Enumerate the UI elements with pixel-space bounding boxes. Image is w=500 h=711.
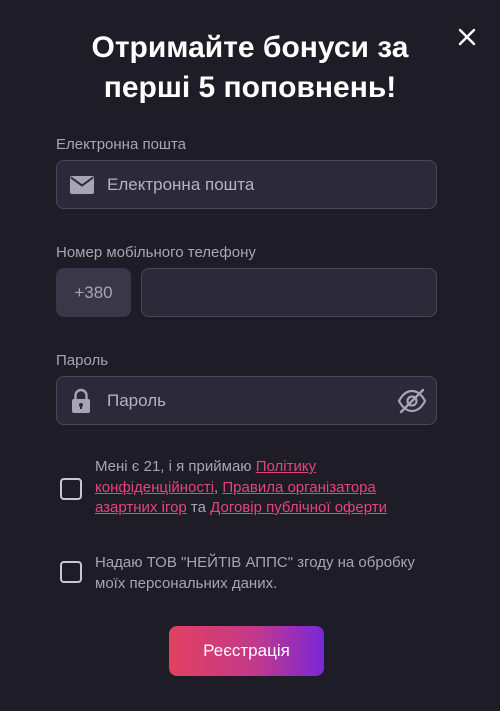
mail-icon (69, 175, 95, 200)
phone-label: Номер мобільного телефону (56, 244, 256, 261)
public-offer-link[interactable]: Договір публічної оферти (210, 499, 387, 516)
modal-title-line-1: Отримайте бонуси за (91, 31, 409, 64)
password-placeholder: Пароль (107, 391, 166, 410)
terms-consent-prefix: Мені є 21, і я приймаю (95, 458, 256, 475)
phone-input[interactable] (141, 268, 437, 317)
eye-off-icon[interactable] (397, 387, 427, 420)
phone-prefix: +380 (56, 268, 131, 317)
email-placeholder: Електронна пошта (107, 175, 255, 194)
password-field[interactable]: Пароль (56, 376, 437, 425)
lock-icon (71, 388, 91, 419)
modal-title: Отримайте бонуси за перші 5 поповнень! (0, 28, 500, 108)
email-field[interactable]: Електронна пошта (56, 160, 437, 209)
terms-checkbox[interactable] (60, 478, 82, 500)
terms-consent-separator-2: та (186, 499, 211, 516)
data-processing-checkbox[interactable] (60, 561, 82, 583)
email-label: Електронна пошта (56, 136, 187, 153)
password-label: Пароль (56, 352, 109, 369)
terms-consent-text: Мені є 21, і я приймаю Політику конфіден… (95, 457, 435, 519)
modal-title-line-2: перші 5 поповнень! (103, 71, 397, 104)
data-processing-consent-text: Надаю ТОВ "НЕЙТІВ АППС" згоду на обробку… (95, 554, 415, 592)
registration-modal: Отримайте бонуси за перші 5 поповнень! Е… (0, 0, 500, 711)
register-button[interactable]: Реєстрація (169, 626, 324, 676)
